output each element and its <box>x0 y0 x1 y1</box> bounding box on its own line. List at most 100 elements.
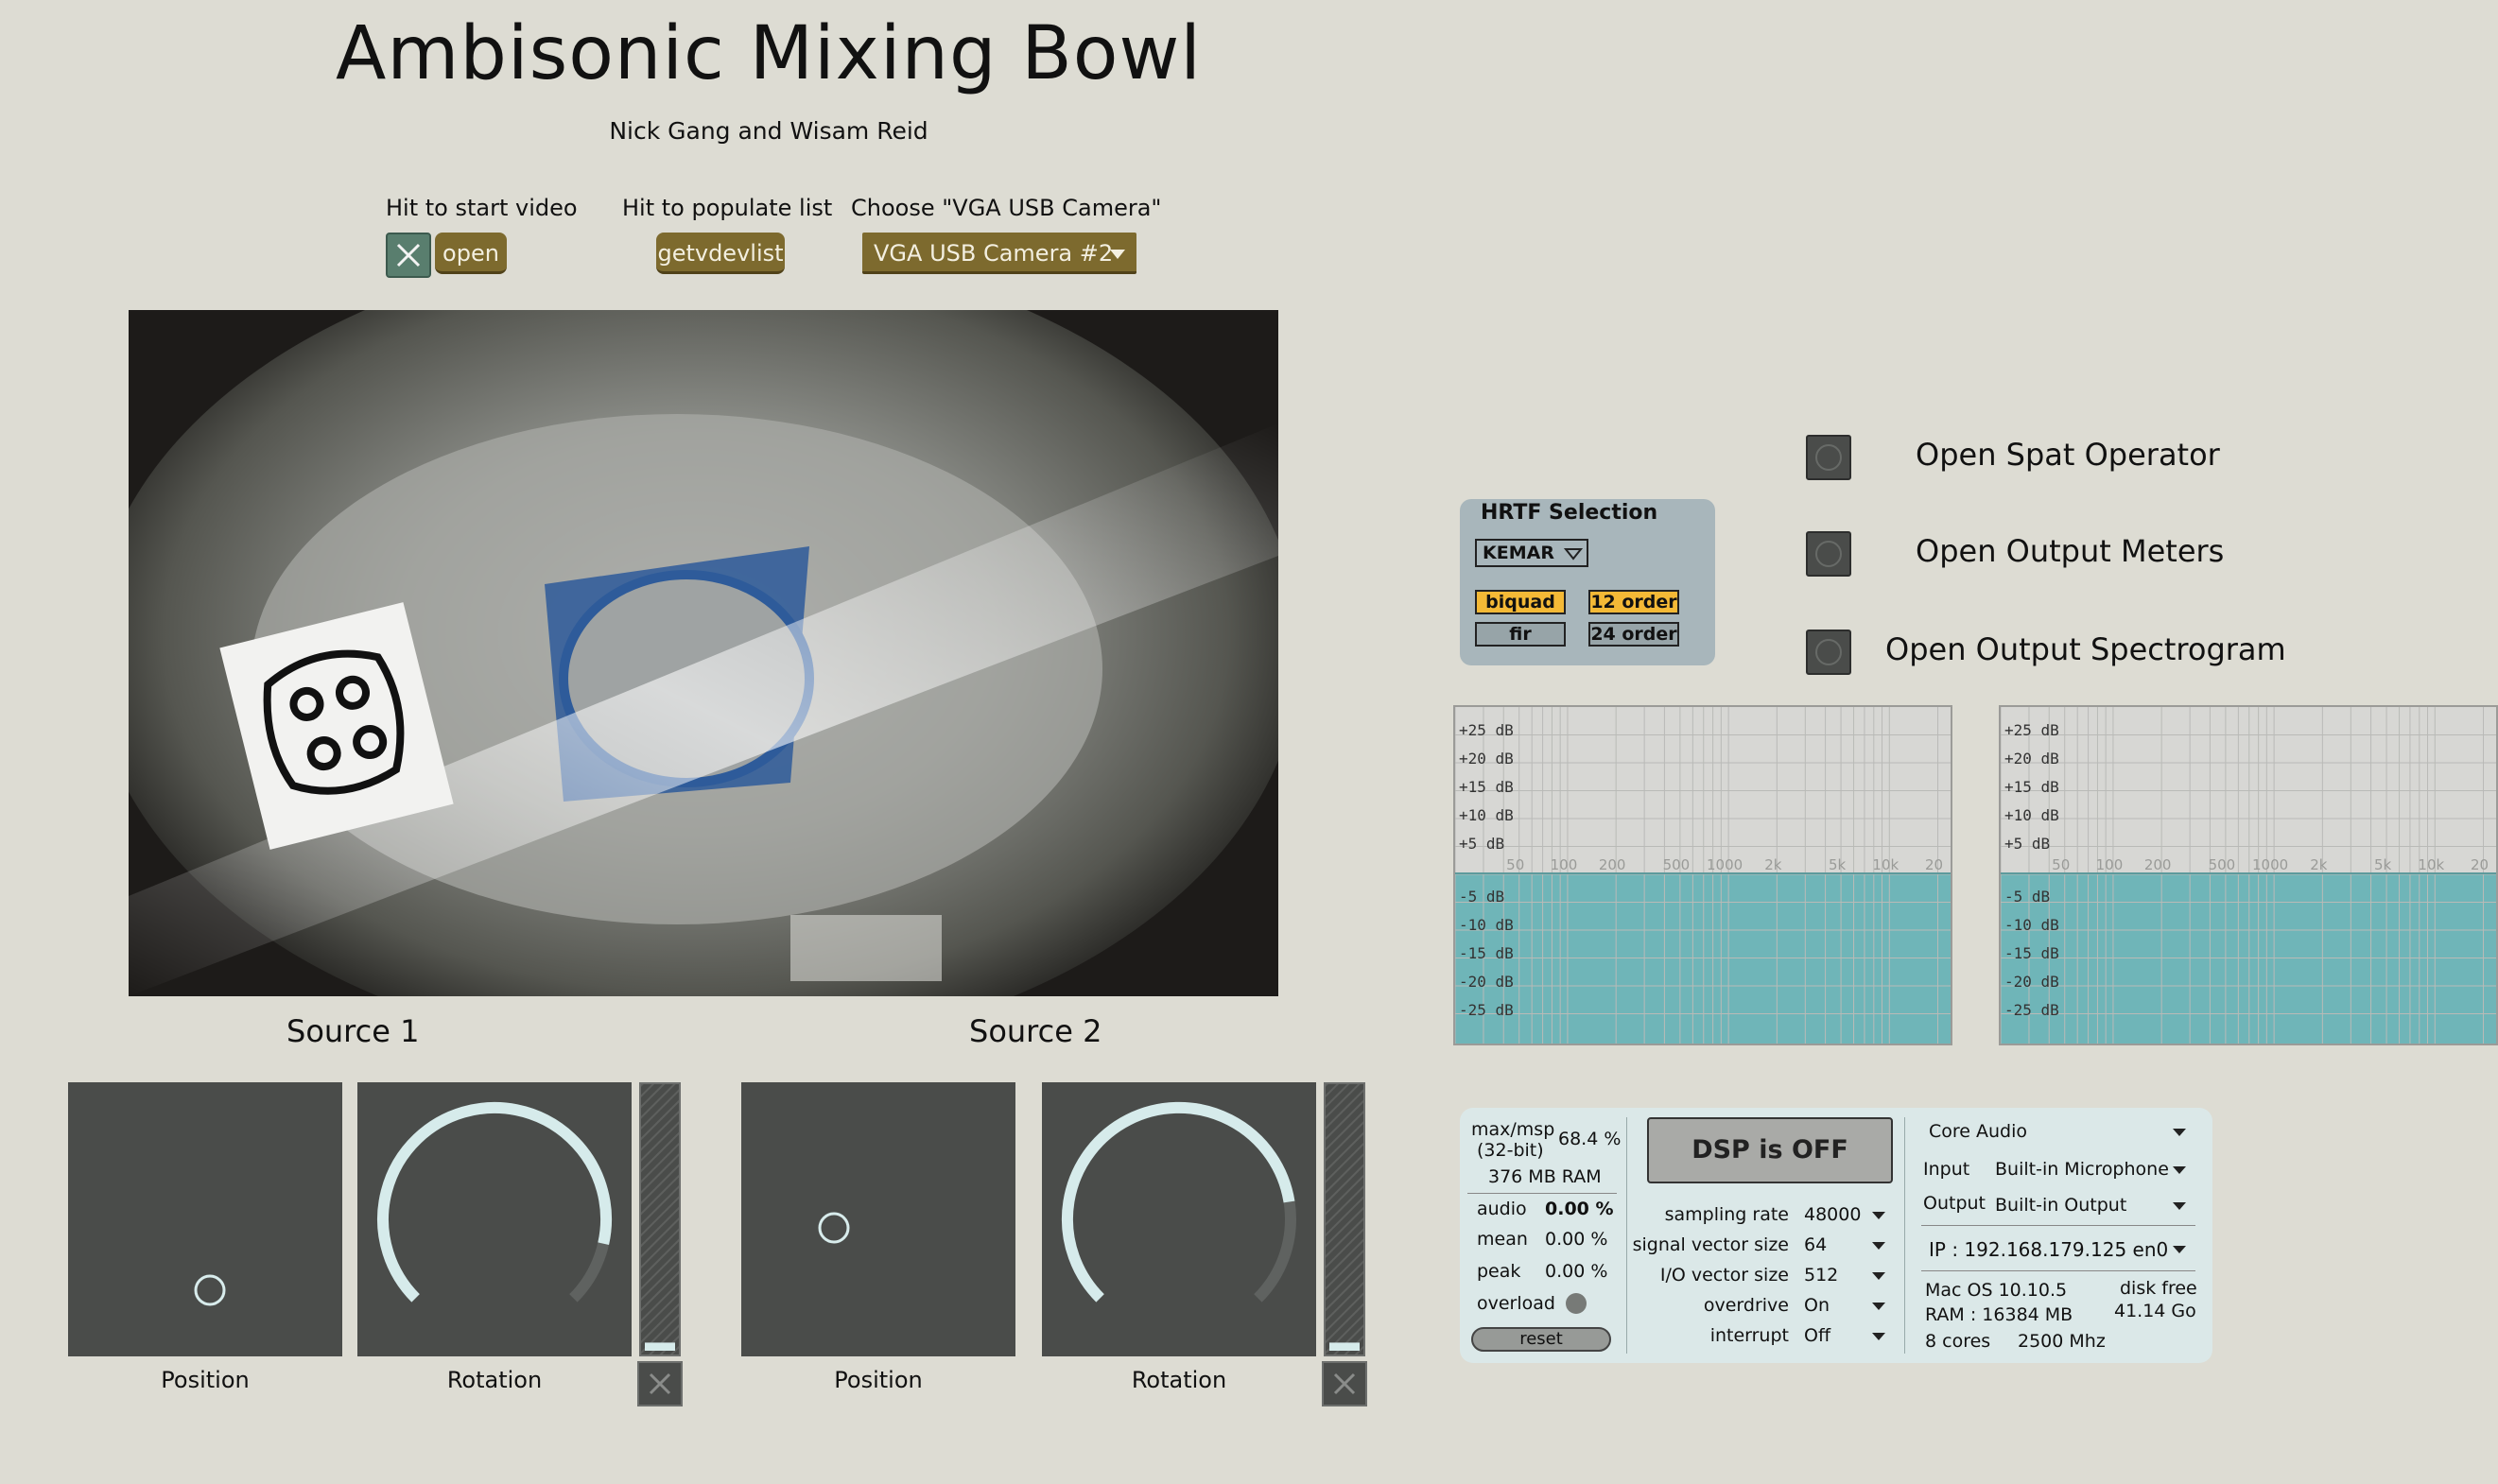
db-tick-label: -20 dB <box>2004 973 2059 991</box>
source-1-rotation-dial[interactable] <box>357 1082 632 1356</box>
driver-value[interactable]: Core Audio <box>1929 1121 2027 1142</box>
os-value: Mac OS 10.10.5 <box>1925 1280 2068 1301</box>
db-tick-label: -10 dB <box>1459 916 1514 934</box>
interrupt-label: interrupt <box>1709 1325 1789 1346</box>
app-subtitle: Nick Gang and Wisam Reid <box>609 117 928 145</box>
eq-grid: +25 dB +20 dB +15 dB +10 dB +5 dB -5 dB -10 dB… <box>1455 707 1951 1044</box>
source-2-level-slider[interactable] <box>1324 1082 1365 1356</box>
sampling-rate-value[interactable]: 48000 <box>1804 1204 1861 1225</box>
getvdevlist-button[interactable]: getvdevlist <box>656 233 785 274</box>
chevron-down-icon <box>1110 250 1125 259</box>
hrtf-title: HRTF Selection <box>1481 501 1658 525</box>
spat-operator-label: Open Spat Operator <box>1916 437 2220 473</box>
rotation-dial-arc <box>377 1101 613 1303</box>
db-tick-label: -10 dB <box>2004 916 2059 934</box>
overdrive-value[interactable]: On <box>1804 1295 1830 1316</box>
source-1-mute-button[interactable] <box>637 1361 683 1406</box>
output-spectrogram-toggle[interactable] <box>1806 630 1851 675</box>
chevron-down-icon[interactable] <box>1872 1212 1885 1219</box>
freq-tick-label: 1000 <box>1707 856 1743 873</box>
db-tick-label: +10 dB <box>1459 806 1514 824</box>
disk-free-label: disk free <box>2120 1278 2197 1299</box>
cores-value: 8 cores <box>1925 1331 1991 1352</box>
freq-tick-label: 100 <box>2096 856 2124 873</box>
app-title: Ambisonic Mixing Bowl <box>336 11 1202 96</box>
position-pad-surface <box>194 1274 226 1306</box>
slider-track <box>1326 1084 1363 1355</box>
output-spectrogram-label: Open Output Spectrogram <box>1885 631 2286 667</box>
source-1-rotation-label: Rotation <box>446 1367 543 1393</box>
source-1-position-pad[interactable] <box>68 1082 342 1356</box>
input-label: Input <box>1923 1159 1970 1180</box>
chevron-down-icon[interactable] <box>1872 1333 1885 1340</box>
chevron-down-icon[interactable] <box>1872 1242 1885 1250</box>
freq-tick-label: 1000 <box>2252 856 2288 873</box>
video-toggle-button[interactable] <box>386 233 431 278</box>
db-tick-label: +5 dB <box>2004 835 2050 853</box>
db-tick-label: -25 dB <box>1459 1001 1514 1019</box>
biquad-button[interactable]: biquad <box>1475 590 1566 614</box>
spat-operator-toggle[interactable] <box>1806 435 1851 480</box>
chevron-down-icon[interactable] <box>2173 1166 2186 1174</box>
freq-tick-label: 10k <box>1872 856 1899 873</box>
position-marker[interactable] <box>818 1212 850 1244</box>
freq-tick-label: 5k <box>1829 856 1847 873</box>
chevron-down-icon[interactable] <box>1872 1303 1885 1310</box>
signal-vector-value[interactable]: 64 <box>1804 1234 1827 1255</box>
db-tick-label: +25 dB <box>1459 721 1514 739</box>
freq-tick-label: 50 <box>1506 856 1524 873</box>
24-order-button[interactable]: 24 order <box>1588 622 1679 647</box>
db-tick-label: -5 dB <box>2004 888 2050 906</box>
source-2-position-label: Position <box>834 1367 923 1393</box>
divider <box>1904 1117 1905 1354</box>
db-tick-label: -15 dB <box>2004 944 2059 962</box>
populate-list-label: Hit to populate list <box>622 195 833 221</box>
db-tick-label: -5 dB <box>1459 888 1504 906</box>
eq-display-right[interactable]: +25 dB +20 dB +15 dB +10 dB +5 dB -5 dB -10 dB… <box>1999 705 2498 1045</box>
source-2-mute-button[interactable] <box>1322 1361 1367 1406</box>
open-button[interactable]: open <box>435 233 507 274</box>
output-value[interactable]: Built-in Output <box>1995 1195 2126 1216</box>
source-1-label: Source 1 <box>286 1013 420 1049</box>
chevron-down-icon[interactable] <box>2173 1246 2186 1253</box>
slider-level-bar <box>1329 1342 1360 1351</box>
chevron-down-icon[interactable] <box>2173 1129 2186 1136</box>
db-tick-label: +15 dB <box>2004 778 2059 796</box>
position-marker[interactable] <box>194 1274 226 1306</box>
freq-tick-label: 2k <box>1764 856 1782 873</box>
source-1-level-slider[interactable] <box>639 1082 681 1356</box>
close-icon <box>1333 1372 1356 1395</box>
source-2-position-pad[interactable] <box>741 1082 1015 1356</box>
fir-button[interactable]: fir <box>1475 622 1566 647</box>
freq-tick-label: 20 <box>2471 856 2489 873</box>
divider <box>1921 1270 2195 1271</box>
sampling-rate-label: sampling rate <box>1664 1204 1789 1225</box>
output-meters-toggle[interactable] <box>1806 531 1851 577</box>
io-vector-value[interactable]: 512 <box>1804 1265 1838 1286</box>
triangle-down-icon <box>1564 548 1583 561</box>
ram-value: 376 MB RAM <box>1488 1166 1602 1187</box>
freq-tick-label: 2k <box>2310 856 2328 873</box>
db-tick-label: +10 dB <box>2004 806 2059 824</box>
source-2-rotation-dial[interactable] <box>1042 1082 1316 1356</box>
camera-dropdown-value: VGA USB Camera #2 <box>874 240 1114 267</box>
12-order-button[interactable]: 12 order <box>1588 590 1679 614</box>
dsp-toggle-button[interactable]: DSP is OFF <box>1647 1117 1893 1183</box>
chevron-down-icon[interactable] <box>1872 1272 1885 1280</box>
camera-dropdown[interactable]: VGA USB Camera #2 <box>862 233 1136 274</box>
freq-tick-label: 100 <box>1551 856 1578 873</box>
bits-label: (32-bit) <box>1477 1140 1544 1161</box>
ip-value[interactable]: IP : 192.168.179.125 en0 <box>1929 1238 2168 1261</box>
input-value[interactable]: Built-in Microphone <box>1995 1159 2169 1180</box>
chevron-down-icon[interactable] <box>2173 1202 2186 1210</box>
divider <box>1467 1193 1617 1194</box>
db-tick-label: +5 dB <box>1459 835 1504 853</box>
freq-tick-label: 500 <box>1663 856 1691 873</box>
hrtf-dropdown[interactable]: KEMAR <box>1475 539 1588 567</box>
freq-tick-label: 5k <box>2374 856 2392 873</box>
circle-icon <box>1815 541 1842 567</box>
eq-display-left[interactable]: +25 dB +20 dB +15 dB +10 dB +5 dB -5 dB -10 dB… <box>1453 705 1952 1045</box>
circle-icon <box>1815 444 1842 471</box>
source-2-label: Source 2 <box>969 1013 1102 1049</box>
interrupt-value[interactable]: Off <box>1804 1325 1830 1346</box>
